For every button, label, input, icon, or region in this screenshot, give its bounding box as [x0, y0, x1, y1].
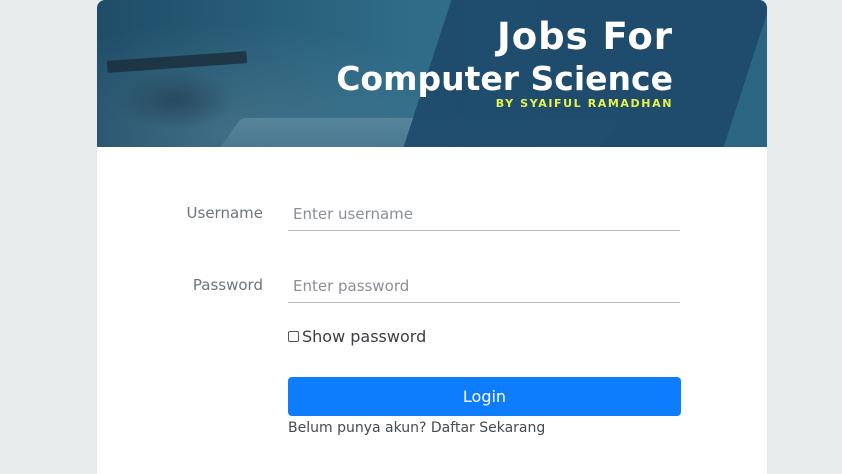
- register-question: Belum punya akun?: [288, 420, 427, 436]
- banner-title-line2: Computer Science: [336, 59, 673, 98]
- username-input[interactable]: [288, 197, 680, 231]
- password-input[interactable]: [288, 269, 680, 303]
- banner-byline: BY SYAIFUL RAMADHAN: [495, 97, 673, 110]
- show-password-toggle[interactable]: Show password: [288, 327, 426, 346]
- header-banner-image: Jobs For Computer Science BY SYAIFUL RAM…: [97, 0, 767, 147]
- login-button[interactable]: Login: [288, 377, 681, 416]
- show-password-label[interactable]: Show password: [302, 327, 426, 346]
- banner-title-line1: Jobs For: [496, 15, 673, 58]
- register-prompt: Belum punya akun? Daftar Sekarang: [288, 420, 545, 436]
- username-label: Username: [186, 204, 263, 222]
- banner-hand-shadow: [115, 70, 235, 130]
- register-link[interactable]: Daftar Sekarang: [431, 420, 545, 436]
- login-card: Jobs For Computer Science BY SYAIFUL RAM…: [97, 0, 767, 474]
- show-password-checkbox[interactable]: [288, 331, 299, 342]
- password-label: Password: [192, 276, 263, 294]
